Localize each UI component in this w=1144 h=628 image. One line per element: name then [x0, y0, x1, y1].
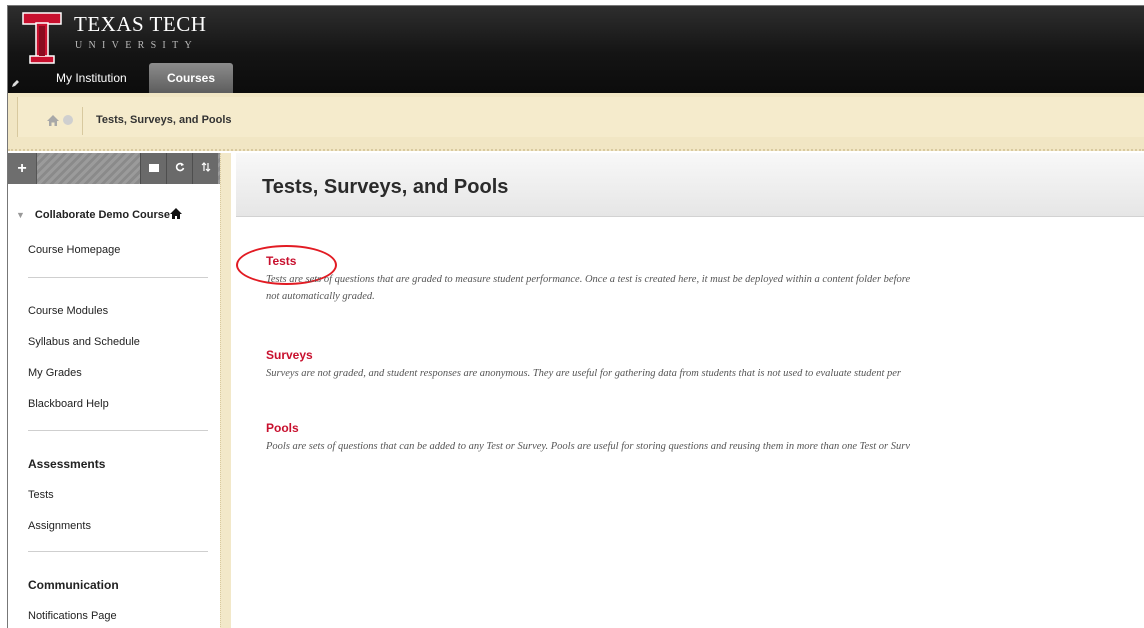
tests-description-continued: not automatically graded. [266, 291, 375, 302]
sort-arrows-icon [201, 162, 210, 172]
home-icon [170, 208, 183, 219]
logo-subtitle: UNIVERSITY [75, 40, 198, 51]
divider [28, 430, 208, 431]
display-toggle-button[interactable] [140, 153, 166, 184]
pools-link[interactable]: Pools [266, 421, 299, 435]
window-icon [148, 164, 159, 172]
refresh-button[interactable] [166, 153, 192, 184]
breadcrumb-bar: Tests, Surveys, and Pools [8, 93, 1144, 151]
reorder-button[interactable] [192, 153, 218, 184]
course-title[interactable]: ▼ Collaborate Demo Course [16, 208, 183, 221]
course-menu: + ▼ Collaborate Demo Course Course Homepa… [8, 153, 231, 628]
tests-description: Tests are sets of questions that are gra… [266, 274, 911, 285]
tab-my-institution[interactable]: My Institution [46, 63, 137, 93]
divider [28, 551, 208, 552]
sidebar-item-course-modules[interactable]: Course Modules [28, 305, 108, 317]
sidebar-item-tests[interactable]: Tests [28, 489, 54, 501]
app-window: TEXAS TECH UNIVERSITY My Institution Cou… [7, 5, 1144, 628]
pencil-icon[interactable] [11, 79, 20, 88]
texas-tech-logo-icon[interactable] [22, 12, 62, 64]
sidebar-header-assessments: Assessments [28, 457, 106, 471]
course-menu-toolbar: + [8, 153, 220, 184]
page-title: Tests, Surveys, and Pools [262, 176, 509, 198]
page-title-bar: Tests, Surveys, and Pools [236, 153, 1144, 217]
menu-collapse-strip[interactable] [220, 153, 231, 628]
home-icon[interactable] [46, 114, 60, 127]
sidebar-item-notifications[interactable]: Notifications Page [28, 610, 117, 622]
breadcrumb: Tests, Surveys, and Pools [17, 97, 1144, 137]
tab-courses[interactable]: Courses [149, 63, 233, 93]
add-menu-item-button[interactable]: + [8, 153, 37, 184]
breadcrumb-current: Tests, Surveys, and Pools [96, 114, 232, 126]
sidebar-item-course-homepage[interactable]: Course Homepage [28, 244, 120, 256]
refresh-icon [175, 162, 184, 172]
divider [28, 277, 208, 278]
collapse-triangle-icon[interactable]: ▼ [16, 210, 25, 220]
main-content: Tests, Surveys, and Pools Tests Tests ar… [236, 153, 1144, 628]
logo-title: TEXAS TECH [74, 12, 207, 36]
top-header: TEXAS TECH UNIVERSITY My Institution Cou… [8, 6, 1144, 93]
sidebar-item-my-grades[interactable]: My Grades [28, 367, 82, 379]
tests-link[interactable]: Tests [266, 254, 296, 268]
sidebar-header-communication: Communication [28, 578, 119, 592]
surveys-link[interactable]: Surveys [266, 348, 313, 362]
surveys-description: Surveys are not graded, and student resp… [266, 368, 901, 379]
sidebar-item-syllabus[interactable]: Syllabus and Schedule [28, 336, 140, 348]
sidebar-item-assignments[interactable]: Assignments [28, 520, 91, 532]
chevron-down-icon[interactable] [63, 115, 73, 125]
pools-description: Pools are sets of questions that can be … [266, 441, 910, 452]
breadcrumb-separator [82, 107, 83, 135]
sidebar-item-blackboard-help[interactable]: Blackboard Help [28, 398, 109, 410]
